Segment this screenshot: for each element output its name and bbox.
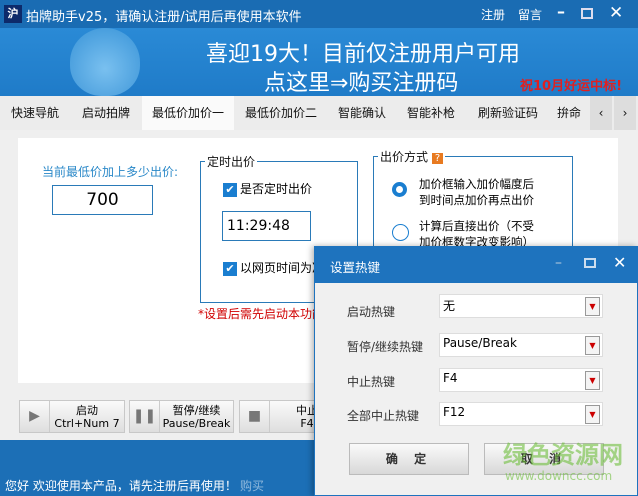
start-button[interactable]: ▶ 启动 Ctrl+Num 7 [19,400,125,433]
stop-hotkey-label: 中止热键 [347,375,396,389]
stop-hotkey-select[interactable]: F4 ▼ [439,368,603,392]
tab-smart-fill[interactable]: 智能补枪 [396,96,466,130]
webtime-checkbox[interactable]: ✔ 以网页时间为准 [223,259,323,276]
tab-start[interactable]: 启动拍牌 [70,96,142,130]
dialog-minimize-button[interactable]: – [555,255,562,271]
timed-enable-checkbox[interactable]: ✔ 是否定时出价 [223,180,312,197]
tab-refresh-captcha[interactable]: 刷新验证码 [466,96,550,130]
price-label: 当前最低价加上多少出价: [42,165,179,179]
tab-more[interactable]: 拚命 [550,96,588,130]
stop-all-hotkey-label: 全部中止热键 [347,409,420,423]
mascot-icon [70,28,140,96]
dropdown-arrow-icon[interactable]: ▼ [585,405,600,424]
banner-line2: 点这里⇒购买注册码 [264,71,459,96]
webtime-label: 以网页时间为准 [240,261,323,275]
tab-lowest-2[interactable]: 最低价加价二 [234,96,328,130]
status-text: 您好 欢迎使用本产品，请先注册后再使用！ [5,479,237,493]
tab-scroll-right[interactable]: › [614,96,636,130]
ok-button[interactable]: 确 定 [349,443,469,475]
dropdown-arrow-icon[interactable]: ▼ [585,336,600,355]
tab-lowest-1[interactable]: 最低价加价一 [142,96,234,130]
minimize-button[interactable]: – [557,2,565,21]
tab-smart-confirm[interactable]: 智能确认 [328,96,396,130]
message-link[interactable]: 留言 [518,6,542,23]
title-bar: 沪 拍牌助手v25，请确认注册/试用后再使用本软件 注册 留言 – ✕ [0,0,638,28]
play-icon: ▶ [20,401,50,432]
stop-icon: ■ [240,401,270,432]
banner-wish: 祝10月好运中标! [520,79,623,94]
dropdown-arrow-icon[interactable]: ▼ [585,371,600,390]
checkbox-check-icon: ✔ [223,261,237,276]
checkbox-check-icon: ✔ [223,182,237,197]
pause-hotkey-label: 暂停/继续热键 [347,340,424,354]
setup-note: *设置后需先启动本功能 [198,307,314,321]
dialog-title-bar: 设置热键 – ✕ [315,247,637,283]
time-input[interactable]: 11:29:48 [222,211,311,241]
radio-unselected-icon [392,224,409,241]
stop-all-hotkey-select[interactable]: F12 ▼ [439,402,603,426]
watermark-name: 绿色资源网 [503,441,623,469]
help-icon[interactable]: ? [431,153,444,164]
dialog-title: 设置热键 [330,260,381,275]
promo-banner[interactable]: 喜迎19大！目前仅注册用户可用 点这里⇒购买注册码 祝10月好运中标! [0,28,638,96]
close-button[interactable]: ✕ [609,3,623,23]
dropdown-arrow-icon[interactable]: ▼ [585,297,600,316]
maximize-button[interactable] [581,8,593,19]
tab-quick-nav[interactable]: 快速导航 [0,96,70,130]
bid-mode-legend: 出价方式 [380,150,429,164]
buy-link[interactable]: 购买 [240,477,264,494]
start-hotkey-label: 启动热键 [347,305,396,319]
timed-bid-legend: 定时出价 [207,155,256,169]
banner-line1: 喜迎19大！目前仅注册用户可用 [206,42,520,67]
start-hotkey-select[interactable]: 无 ▼ [439,294,603,318]
timed-enable-label: 是否定时出价 [240,182,313,196]
price-input[interactable]: 700 [52,185,153,215]
pause-button[interactable]: ❚❚ 暂停/继续 Pause/Break [129,400,234,433]
pause-icon: ❚❚ [130,401,160,432]
tab-bar: 快速导航 启动拍牌 最低价加价一 最低价加价二 智能确认 智能补枪 刷新验证码 … [0,96,638,130]
mode-option-1-label: 加价框输入加价幅度后到时间点加价再点出价 [419,177,534,207]
pause-hotkey-select[interactable]: Pause/Break ▼ [439,333,603,357]
radio-selected-icon [392,182,407,197]
dialog-maximize-button[interactable] [584,258,596,268]
hotkey-dialog: 设置热键 – ✕ 启动热键 无 ▼ 暂停/继续热键 Pause/Break ▼ 中止… [314,246,638,496]
tab-scroll-left[interactable]: ‹ [590,96,612,130]
app-icon: 沪 [4,5,22,23]
watermark-url: www.downcc.com [505,469,613,483]
dialog-close-button[interactable]: ✕ [613,253,626,272]
window-title: 拍牌助手v25，请确认注册/试用后再使用本软件 [26,10,302,25]
register-link[interactable]: 注册 [481,6,505,23]
